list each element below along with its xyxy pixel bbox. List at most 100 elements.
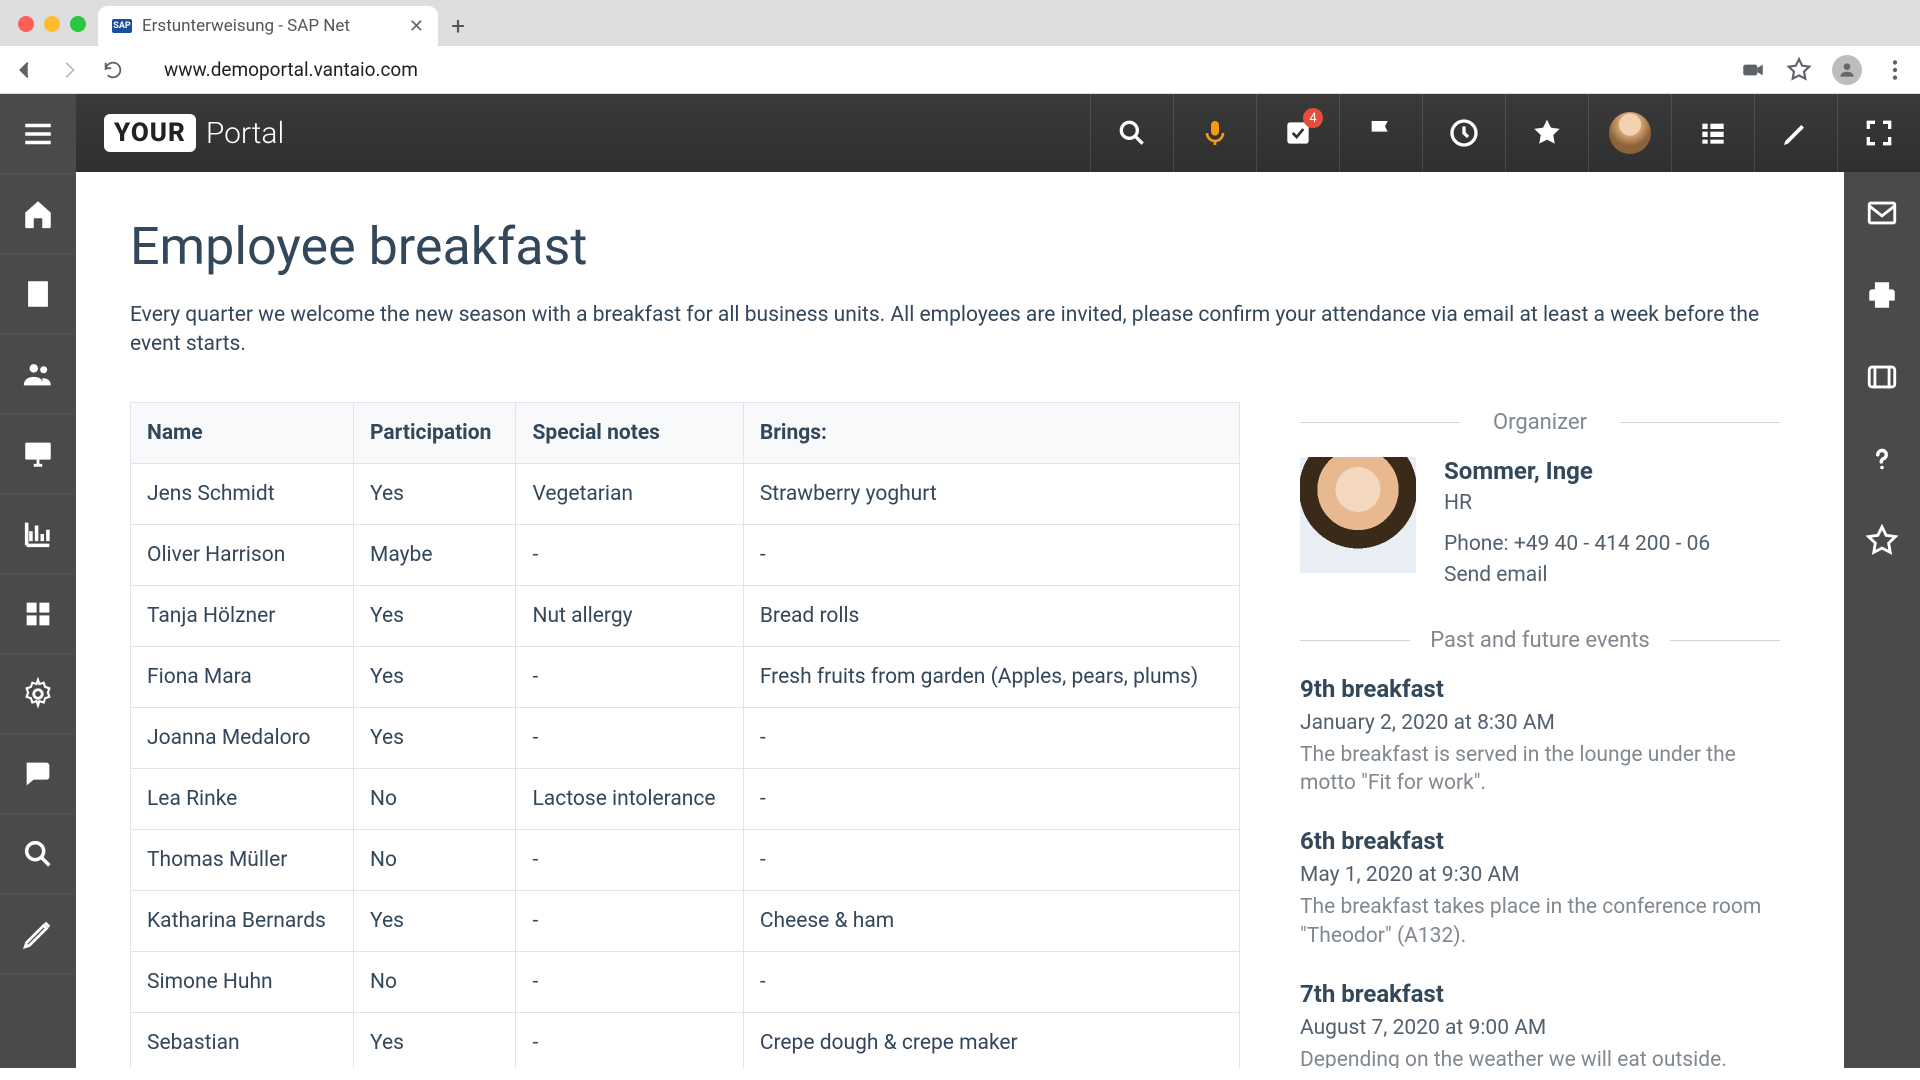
users-icon[interactable]: [0, 334, 76, 414]
nav-forward-button[interactable]: [56, 57, 82, 83]
monitor-icon[interactable]: [0, 414, 76, 494]
organizer-email-link[interactable]: Send email: [1444, 560, 1710, 592]
search-button[interactable]: [1090, 94, 1173, 172]
cell-brings: -: [743, 829, 1239, 890]
settings-icon[interactable]: [0, 654, 76, 734]
event-desc: The breakfast takes place in the confere…: [1300, 893, 1780, 950]
th-name: Name: [131, 402, 354, 463]
browser-tab[interactable]: SAP Erstunterweisung - SAP Net ✕: [98, 6, 438, 46]
browser-menu-icon[interactable]: [1882, 57, 1908, 83]
cell-notes: -: [516, 1012, 743, 1068]
cell-notes: -: [516, 707, 743, 768]
events-heading: Past and future events: [1300, 628, 1780, 653]
edit-button[interactable]: [1754, 94, 1837, 172]
event-desc: Depending on the weather we will eat out…: [1300, 1046, 1780, 1068]
cell-name: Oliver Harrison: [131, 524, 354, 585]
building-icon[interactable]: [0, 254, 76, 334]
list-view-button[interactable]: [1671, 94, 1754, 172]
edit-nav-icon[interactable]: [0, 894, 76, 974]
tab-title: Erstunterweisung - SAP Net: [142, 16, 350, 36]
brand-logo[interactable]: YOUR Portal: [104, 114, 284, 152]
microphone-button[interactable]: [1173, 94, 1256, 172]
profile-avatar-icon[interactable]: [1832, 55, 1862, 85]
cell-participation: Yes: [354, 463, 516, 524]
event-item[interactable]: 9th breakfast January 2, 2020 at 8:30 AM T…: [1300, 675, 1780, 798]
cell-participation: Yes: [354, 890, 516, 951]
cell-name: Jens Schmidt: [131, 463, 354, 524]
cell-name: Simone Huhn: [131, 951, 354, 1012]
table-row: Tanja HölznerYesNut allergyBread rolls: [131, 585, 1240, 646]
help-icon[interactable]: [1844, 418, 1920, 500]
menu-toggle-icon[interactable]: [0, 94, 76, 174]
event-item[interactable]: 6th breakfast May 1, 2020 at 9:30 AM The b…: [1300, 827, 1780, 950]
cell-brings: -: [743, 768, 1239, 829]
cell-brings: -: [743, 524, 1239, 585]
event-date: May 1, 2020 at 9:30 AM: [1300, 863, 1780, 887]
grid-icon[interactable]: [0, 574, 76, 654]
home-icon[interactable]: [0, 174, 76, 254]
cell-participation: No: [354, 951, 516, 1012]
cell-brings: Bread rolls: [743, 585, 1239, 646]
cell-brings: -: [743, 951, 1239, 1012]
nav-reload-button[interactable]: [100, 57, 126, 83]
print-icon[interactable]: [1844, 254, 1920, 336]
th-notes: Special notes: [516, 402, 743, 463]
user-avatar-icon: [1609, 112, 1651, 154]
event-title: 9th breakfast: [1300, 675, 1780, 703]
chat-icon[interactable]: [0, 734, 76, 814]
table-row: Jens SchmidtYesVegetarianStrawberry yogh…: [131, 463, 1240, 524]
cell-notes: -: [516, 829, 743, 890]
search-nav-icon[interactable]: [0, 814, 76, 894]
window-maximize-icon[interactable]: [70, 16, 86, 32]
brand-box: YOUR: [104, 114, 196, 152]
brand-text: Portal: [206, 116, 284, 151]
organizer-name: Sommer, Inge: [1444, 457, 1710, 485]
organizer-heading: Organizer: [1300, 410, 1780, 435]
camera-icon[interactable]: [1740, 57, 1766, 83]
tasks-badge: 4: [1303, 108, 1323, 128]
event-item[interactable]: 7th breakfast August 7, 2020 at 9:00 AM De…: [1300, 980, 1780, 1068]
attendance-table: Name Participation Special notes Brings:…: [130, 402, 1240, 1068]
user-avatar-button[interactable]: [1588, 94, 1671, 172]
tab-favicon-icon: SAP: [112, 19, 132, 33]
address-bar[interactable]: www.demoportal.vantaio.com: [144, 58, 1722, 81]
cell-name: Katharina Bernards: [131, 890, 354, 951]
flag-button[interactable]: [1339, 94, 1422, 172]
event-title: 6th breakfast: [1300, 827, 1780, 855]
favorites-button[interactable]: [1505, 94, 1588, 172]
page-description: Every quarter we welcome the new season …: [130, 301, 1790, 360]
cell-participation: Yes: [354, 585, 516, 646]
tasks-button[interactable]: 4: [1256, 94, 1339, 172]
chart-icon[interactable]: [0, 494, 76, 574]
cell-notes: -: [516, 890, 743, 951]
bookmark-star-icon[interactable]: [1786, 57, 1812, 83]
cell-participation: Maybe: [354, 524, 516, 585]
cell-name: Tanja Hölzner: [131, 585, 354, 646]
cell-participation: Yes: [354, 1012, 516, 1068]
cell-notes: -: [516, 951, 743, 1012]
cell-brings: Fresh fruits from garden (Apples, pears,…: [743, 646, 1239, 707]
browser-toolbar: www.demoportal.vantaio.com: [0, 46, 1920, 94]
mail-icon[interactable]: [1844, 172, 1920, 254]
event-title: 7th breakfast: [1300, 980, 1780, 1008]
new-tab-button[interactable]: +: [438, 6, 478, 46]
clock-button[interactable]: [1422, 94, 1505, 172]
cell-name: Thomas Müller: [131, 829, 354, 890]
event-date: August 7, 2020 at 9:00 AM: [1300, 1016, 1780, 1040]
cell-notes: -: [516, 646, 743, 707]
fullscreen-button[interactable]: [1837, 94, 1920, 172]
event-desc: The breakfast is served in the lounge un…: [1300, 741, 1780, 798]
organizer-card: Sommer, Inge HR Phone: +49 40 - 414 200 …: [1300, 457, 1780, 592]
organizer-photo: [1300, 457, 1416, 573]
nav-back-button[interactable]: [12, 57, 38, 83]
event-date: January 2, 2020 at 8:30 AM: [1300, 711, 1780, 735]
window-minimize-icon[interactable]: [44, 16, 60, 32]
video-icon[interactable]: [1844, 336, 1920, 418]
cell-name: Joanna Medaloro: [131, 707, 354, 768]
cell-participation: No: [354, 829, 516, 890]
tab-close-icon[interactable]: ✕: [409, 16, 424, 37]
window-controls: [10, 16, 98, 46]
window-close-icon[interactable]: [18, 16, 34, 32]
star-outline-icon[interactable]: [1844, 500, 1920, 582]
organizer-phone: Phone: +49 40 - 414 200 - 06: [1444, 529, 1710, 561]
